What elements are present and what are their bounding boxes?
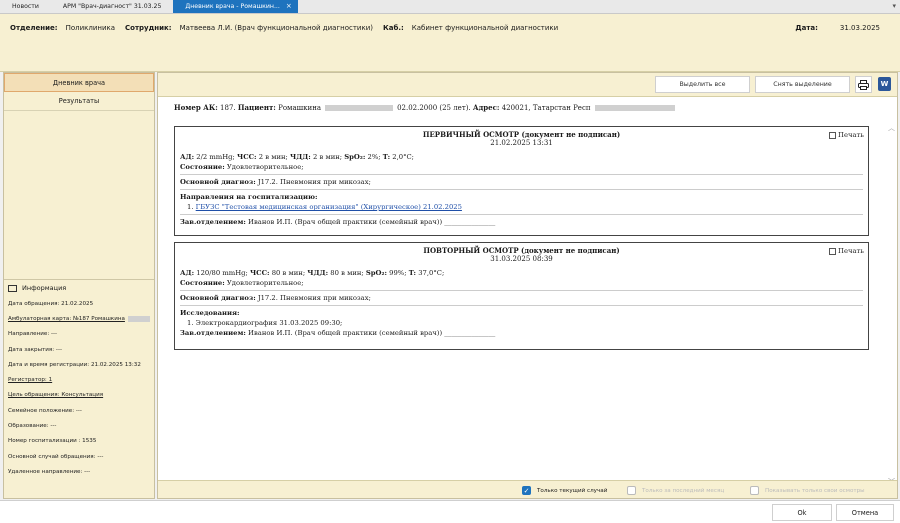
right-panel: Выделить все Снять выделение W Номер АК:… (157, 72, 898, 499)
direction-item: 1. ГБУЗС "Тестовая медицинская организац… (187, 203, 462, 211)
info-line-marital: Семейное положение: --- (8, 407, 82, 414)
deselect-button[interactable]: Снять выделение (755, 76, 850, 93)
chevron-down-icon[interactable]: ▾ (892, 2, 896, 10)
research-heading: Исследования: (180, 309, 240, 317)
info-line-close-date: Дата закрытия: --- (8, 346, 62, 353)
tab-label: Дневник врача - Ромашкин... (185, 2, 280, 10)
own-exams-checkbox[interactable]: Показывать только свои осмотры (750, 486, 865, 495)
exam-document: Печать ПОВТОРНЫЙ ОСМОТР (документ не под… (174, 242, 869, 350)
date-value: 31.03.2025 (839, 24, 880, 32)
redacted-block (325, 104, 394, 111)
select-all-button[interactable]: Выделить все (655, 76, 750, 93)
close-icon[interactable]: × (286, 2, 292, 10)
state-line: Состояние: Удовлетворительное; (180, 163, 304, 171)
doc-title: ПЕРВИЧНЫЙ ОСМОТР (документ не подписан) (422, 130, 621, 139)
dept-value: Поликлиника (65, 24, 116, 32)
info-line-registrar[interactable]: Регистратор: 1 (8, 372, 150, 387)
info-card-icon (8, 284, 17, 292)
tab-label: Новости (12, 2, 39, 10)
exam-document: Печать ПЕРВИЧНЫЙ ОСМОТР (документ не под… (174, 126, 869, 236)
info-line-main-case: Основной случай обращения: --- (8, 453, 104, 460)
ok-button[interactable]: Ok (772, 504, 832, 521)
head-line: Зав.отделением: Иванов И.П. (Врач общей … (180, 218, 496, 226)
directions-heading: Направления на госпитализацию: (180, 193, 318, 201)
last-month-checkbox[interactable]: Только за последний месяц (627, 486, 724, 495)
nav-item-label: Дневник врача (52, 78, 106, 87)
doc-title: ПОВТОРНЫЙ ОСМОТР (документ не подписан) (423, 246, 620, 255)
employee-value: Матвеева Л.И. (Врач функциональной диагн… (179, 24, 373, 32)
nav-item-label: Результаты (58, 97, 100, 105)
cancel-button[interactable]: Отмена (836, 504, 894, 521)
left-panel: Дневник врача Результаты Информация Дата… (3, 72, 155, 499)
patient-line: Номер АК: 187. Пациент: Ромашкина 02.02.… (174, 103, 675, 112)
printer-icon[interactable] (855, 76, 872, 93)
tab-arm[interactable]: АРМ "Врач-диагност" 31.03.25 (51, 0, 174, 13)
research-item: 1. Электрокардиография 31.03.2025 09:30; (187, 319, 343, 327)
cabinet-value: Кабинет функциональной диагностики (411, 24, 559, 32)
diagnosis-line: Основной диагноз: J17.2. Пневмония при м… (180, 178, 371, 186)
cabinet-label: Каб.: (383, 24, 404, 32)
info-line-remote-direction: Удаленное направление: --- (8, 468, 91, 475)
dialog-footer: Ok Отмена (0, 500, 900, 523)
vitals-line: АД: 2/2 mmHg; ЧСС: 2 в мин; ЧДД: 2 в мин… (180, 153, 414, 161)
nav-item-results[interactable]: Результаты (4, 92, 154, 111)
head-line: Зав.отделением: Иванов И.П. (Врач общей … (180, 329, 496, 337)
tab-bar: Новости АРМ "Врач-диагност" 31.03.25 Дне… (0, 0, 900, 14)
info-title-text: Информация (22, 284, 67, 292)
dept-label: Отделение: (10, 24, 58, 32)
word-icon[interactable]: W (878, 77, 891, 91)
check-icon: ✓ (522, 486, 531, 495)
toolbar: Выделить все Снять выделение W (158, 73, 897, 97)
info-panel: Информация Дата обращения: 21.02.2025 Ам… (4, 279, 154, 498)
chevron-up-icon[interactable]: ︿ (888, 123, 895, 133)
info-line-card[interactable]: Амбулаторная карта: №187 Ромашкина (8, 311, 150, 326)
date-label: Дата: (795, 24, 818, 32)
tab-label: АРМ "Врач-диагност" 31.03.25 (62, 2, 162, 10)
state-line: Состояние: Удовлетворительное; (180, 279, 304, 287)
info-line-purpose[interactable]: Цель обращения: Консультация (8, 388, 150, 403)
info-title: Информация (8, 284, 150, 292)
direction-link[interactable]: ГБУЗС "Тестовая медицинская организация"… (196, 203, 462, 211)
filter-bar: ✓ Только текущий случай Только за последн… (158, 480, 897, 498)
document-area: Номер АК: 187. Пациент: Ромашкина 02.02.… (158, 97, 897, 486)
tab-news[interactable]: Новости (0, 0, 51, 13)
doc-date: 31.03.2025 08:39 (490, 255, 553, 263)
info-line-hospitalization: Номер госпитализации : 1535 (8, 438, 97, 445)
info-line-education: Образование: --- (8, 423, 57, 430)
current-case-checkbox[interactable]: ✓ Только текущий случай (522, 486, 607, 495)
vitals-line: АД: 120/80 mmHg; ЧСС: 80 в мин; ЧДД: 80 … (180, 269, 445, 277)
print-checkbox[interactable]: Печать (829, 247, 864, 255)
info-line-registration: Дата и время регистрации: 21.02.2025 13:… (8, 361, 141, 368)
redacted-block (594, 104, 675, 111)
nav-item-diary[interactable]: Дневник врача (4, 73, 154, 92)
scrollbar[interactable]: ︿ ﹀ (888, 123, 895, 486)
doc-date: 21.02.2025 13:31 (490, 139, 553, 147)
print-checkbox[interactable]: Печать (829, 131, 864, 139)
employee-label: Сотрудник: (125, 24, 172, 32)
tab-doctor-diary[interactable]: Дневник врача - Ромашкин... × (173, 0, 298, 13)
header-panel: Отделение: Поликлиника Сотрудник: Матвее… (0, 14, 900, 72)
info-line-visit-date: Дата обращения: 21.02.2025 (8, 300, 94, 307)
info-line-direction: Направление: --- (8, 331, 58, 338)
diagnosis-line: Основной диагноз: J17.2. Пневмония при м… (180, 294, 371, 302)
